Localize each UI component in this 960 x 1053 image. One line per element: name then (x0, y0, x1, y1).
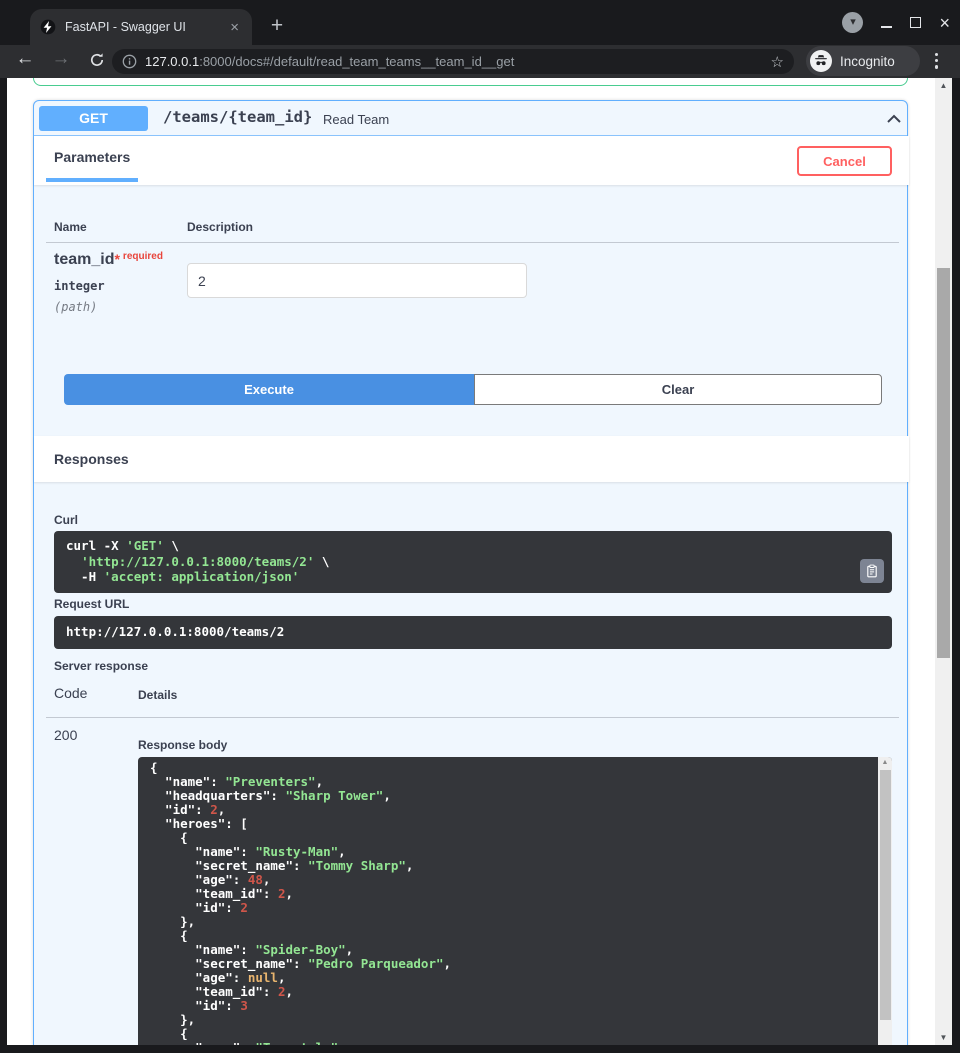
opblock-summary[interactable]: GET /teams/{team_id} Read Team (34, 101, 907, 136)
page-info-icon[interactable] (122, 54, 137, 69)
incognito-label: Incognito (840, 54, 895, 69)
bookmark-star-icon[interactable]: ☆ (771, 53, 784, 71)
scroll-down-icon[interactable]: ▼ (935, 1033, 952, 1042)
code-line: "name": "Preventers", (150, 775, 880, 789)
code-line: }, (150, 1013, 880, 1027)
url-host: 127.0.0.1 (145, 54, 199, 69)
code-line: }, (150, 915, 880, 929)
required-asterisk: * (114, 251, 119, 267)
maximize-button[interactable] (910, 17, 921, 28)
tab-parameters[interactable]: Parameters (54, 149, 130, 165)
url-bar[interactable]: 127.0.0.1:8000/docs#/default/read_team_t… (112, 49, 794, 74)
request-url-value: http://127.0.0.1:8000/teams/2 (54, 616, 892, 649)
code-line: { (150, 1027, 880, 1041)
minimize-button[interactable] (881, 18, 892, 28)
url-text: 127.0.0.1:8000/docs#/default/read_team_t… (145, 54, 771, 69)
parameters-tab-underline (46, 178, 138, 182)
code-line: "id": 2, (150, 803, 880, 817)
curl-label: Curl (54, 513, 78, 527)
code-line: -H 'accept: application/json' (66, 569, 880, 585)
code-line: 'http://127.0.0.1:8000/teams/2' \ (66, 554, 880, 570)
param-name: team_id*required (54, 251, 163, 269)
responses-section-header (34, 436, 909, 482)
endpoint-path: /teams/{team_id} (163, 108, 312, 126)
copy-to-clipboard-button[interactable] (860, 559, 884, 583)
close-window-button[interactable]: × (939, 15, 950, 31)
previous-opblock-edge[interactable] (33, 78, 908, 86)
code-line: "age": null, (150, 971, 880, 985)
code-line: "team_id": 2, (150, 887, 880, 901)
response-body-label: Response body (138, 738, 227, 752)
server-response-label: Server response (54, 659, 148, 673)
collapse-chevron-icon[interactable] (884, 109, 904, 134)
column-header-details: Details (138, 688, 177, 702)
response-scrollbar-thumb[interactable] (880, 770, 891, 1020)
response-body-block: { "name": "Preventers", "headquarters": … (138, 757, 892, 1045)
parameters-section-header: Parameters (34, 136, 909, 185)
scroll-up-icon[interactable]: ▲ (878, 759, 892, 766)
opblock-get-read-team: GET /teams/{team_id} Read Team Parameter… (33, 100, 908, 1045)
team-id-input[interactable] (187, 263, 527, 298)
incognito-icon (810, 50, 832, 72)
code-line: curl -X 'GET' \ (66, 538, 880, 554)
code-line: "team_id": 2, (150, 985, 880, 999)
code-line: { (150, 929, 880, 943)
request-url-label: Request URL (54, 597, 129, 611)
param-type: integer (54, 279, 105, 293)
status-code: 200 (54, 727, 77, 743)
clear-button[interactable]: Clear (474, 374, 882, 405)
code-line: "id": 3 (150, 999, 880, 1013)
response-body-scrollbar[interactable]: ▲ (878, 757, 892, 1045)
code-line: "secret_name": "Pedro Parqueador", (150, 957, 880, 971)
endpoint-summary: Read Team (323, 112, 389, 127)
code-line: { (150, 761, 880, 775)
forward-button[interactable]: → (48, 48, 74, 70)
execute-button[interactable]: Execute (64, 374, 474, 405)
response-json: { "name": "Preventers", "headquarters": … (150, 761, 880, 1045)
browser-window: FastAPI - Swagger UI × + ▾ × ← → 127.0.0… (0, 0, 960, 1053)
cancel-button[interactable]: Cancel (797, 146, 892, 176)
browser-menu-icon[interactable] (932, 50, 941, 72)
url-path: :8000/docs#/default/read_team_teams__tea… (199, 54, 514, 69)
responses-title: Responses (54, 451, 129, 467)
titlebar-chevron-icon[interactable]: ▾ (842, 12, 863, 33)
browser-toolbar: ← → 127.0.0.1:8000/docs#/default/read_te… (0, 45, 960, 78)
code-line: { (150, 831, 880, 845)
code-line: "secret_name": "Tommy Sharp", (150, 859, 880, 873)
tab-title: FastAPI - Swagger UI (65, 20, 227, 34)
incognito-badge: Incognito (806, 46, 920, 76)
param-location: (path) (54, 300, 97, 314)
required-label: required (123, 251, 163, 262)
fastapi-favicon-icon (40, 19, 56, 35)
code-line: "headquarters": "Sharp Tower", (150, 789, 880, 803)
column-header-description: Description (187, 220, 253, 234)
code-line: "heroes": [ (150, 817, 880, 831)
page-scrollbar-thumb[interactable] (937, 268, 950, 658)
column-header-code: Code (54, 685, 87, 701)
table-divider (46, 242, 899, 243)
reload-button[interactable] (84, 52, 110, 74)
tab-close-icon[interactable]: × (227, 20, 242, 35)
scroll-up-icon[interactable]: ▲ (935, 81, 952, 90)
curl-command-block: curl -X 'GET' \ 'http://127.0.0.1:8000/t… (54, 531, 892, 593)
tab-strip: FastAPI - Swagger UI × + ▾ × (0, 0, 960, 45)
column-header-name: Name (54, 220, 87, 234)
code-line: "age": 48, (150, 873, 880, 887)
new-tab-button[interactable]: + (264, 13, 290, 39)
code-line: "name": "Rusty-Man", (150, 845, 880, 859)
code-line: "name": "Spider-Boy", (150, 943, 880, 957)
window-controls: ▾ × (842, 12, 950, 33)
table-divider (46, 717, 899, 718)
page-scrollbar[interactable]: ▲ ▼ (935, 78, 952, 1045)
method-badge: GET (39, 106, 148, 131)
browser-tab[interactable]: FastAPI - Swagger UI × (30, 9, 252, 45)
page-viewport: GET /teams/{team_id} Read Team Parameter… (7, 78, 952, 1045)
code-line: "id": 2 (150, 901, 880, 915)
back-button[interactable]: ← (12, 48, 38, 70)
code-line: "name": "Tarantula", (150, 1041, 880, 1045)
